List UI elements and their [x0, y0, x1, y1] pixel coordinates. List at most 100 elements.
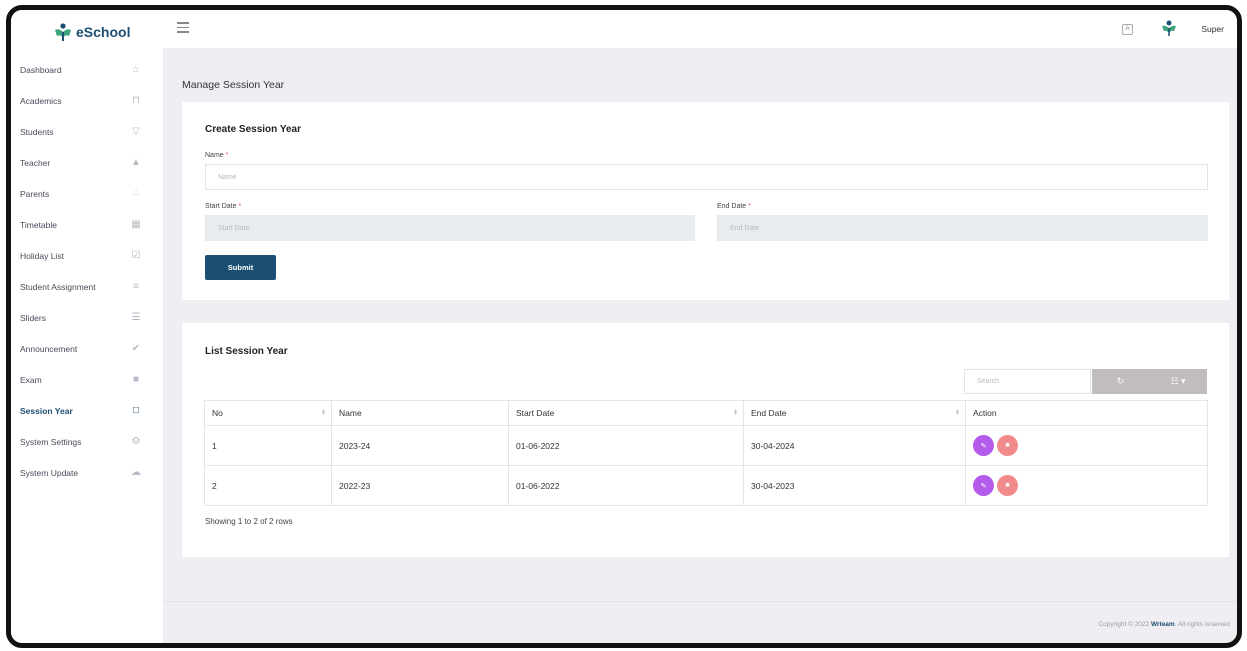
sidebar-item-label: Timetable: [20, 219, 58, 230]
users-icon: ∴: [132, 188, 140, 199]
cell-no: 1: [204, 425, 332, 466]
cell-name: 2023-24: [331, 425, 509, 466]
sidebar-item-students[interactable]: Students ▽: [11, 116, 163, 147]
start-date-label: Start Date *: [205, 203, 242, 210]
sidebar-nav: Dashboard ⌂ Academics ⊓ Students ▽ Teacher ▲ Par…: [11, 54, 163, 488]
graduation-cap-icon: ▽: [132, 126, 140, 137]
cell-start-date: 01-06-2022: [508, 425, 744, 466]
sidebar-item-system-settings[interactable]: System Settings ⚙: [11, 426, 163, 457]
delete-button[interactable]: ■: [997, 435, 1018, 456]
start-date-input[interactable]: Start Date: [205, 215, 695, 241]
create-card-title: Create Session Year: [205, 124, 301, 135]
assignment-icon: ≡: [133, 281, 139, 292]
cell-action: ✎ ■: [965, 425, 1208, 466]
user-icon: ▲: [131, 157, 141, 168]
columns-toggle-icon: ☷ ▾: [1170, 376, 1186, 386]
name-label: Name *: [205, 152, 229, 159]
book-icon: ■: [132, 374, 140, 385]
pagination-info: Showing 1 to 2 of 2 rows: [205, 517, 293, 526]
translate-icon[interactable]: A: [1122, 24, 1133, 35]
table-header-row: No ▲ ▼ Name Start Date ▲ ▼ End Date ▲ ▼ Action: [204, 400, 1208, 426]
sidebar-item-system-update[interactable]: System Update ☁: [11, 457, 163, 488]
sort-icon: ▲ ▼: [733, 408, 738, 417]
cloud-upload-icon: ☁: [131, 467, 141, 478]
sidebar-item-academics[interactable]: Academics ⊓: [11, 85, 163, 116]
sidebar-item-label: Students: [20, 126, 54, 137]
col-header-start-date[interactable]: Start Date ▲ ▼: [508, 400, 744, 426]
sidebar-item-label: System Update: [20, 467, 79, 478]
edit-icon: ✎: [980, 442, 987, 450]
brand-logo[interactable]: eSchool: [11, 10, 163, 54]
table-row: 1 2023-24 01-06-2022 30-04-2024 ✎ ■: [204, 425, 1208, 466]
cell-start-date: 01-06-2022: [508, 465, 744, 506]
sidebar-item-label: Holiday List: [20, 250, 64, 261]
cell-action: ✎ ■: [965, 465, 1208, 506]
end-date-label: End Date *: [717, 203, 751, 210]
search-input[interactable]: Search: [964, 369, 1091, 394]
copyright-text: Copyright © 2022 Wrteam. All rights rese…: [1098, 621, 1230, 628]
end-date-input[interactable]: End Date: [717, 215, 1208, 241]
sidebar-item-label: Exam: [20, 374, 42, 385]
sidebar-item-label: Academics: [20, 95, 62, 106]
page-title: Manage Session Year: [182, 79, 285, 91]
submit-button[interactable]: Submit: [205, 255, 276, 280]
sidebar-item-timetable[interactable]: Timetable ▦: [11, 209, 163, 240]
trash-icon: ■: [1005, 482, 1010, 489]
sidebar-item-label: Announcement: [20, 343, 78, 354]
calendar-check-icon: ☑: [131, 250, 141, 261]
sidebar-item-student-assignment[interactable]: Student Assignment ≡: [11, 271, 163, 302]
check-icon: ✔: [131, 343, 141, 354]
sidebar-item-holiday-list[interactable]: Holiday List ☑: [11, 240, 163, 271]
trash-icon: ■: [1005, 442, 1010, 449]
sidebar-item-label: Session Year: [20, 405, 73, 416]
eschool-logo-icon: [55, 23, 71, 41]
name-input[interactable]: Name: [205, 164, 1208, 190]
col-header-name[interactable]: Name: [331, 400, 509, 426]
cell-end-date: 30-04-2023: [743, 465, 966, 506]
user-avatar-icon[interactable]: [1161, 19, 1177, 37]
list-session-card: List Session Year Search ↻ ☷ ▾ No ▲ ▼ Name…: [182, 323, 1229, 557]
cell-no: 2: [204, 465, 332, 506]
user-name[interactable]: Super: [1201, 24, 1224, 34]
gear-icon: ⚙: [131, 436, 141, 447]
edit-button[interactable]: ✎: [973, 435, 994, 456]
sidebar-item-announcement[interactable]: Announcement ✔: [11, 333, 163, 364]
institution-icon: ⊓: [132, 95, 140, 106]
sort-icon: ▲ ▼: [955, 408, 960, 417]
refresh-icon: ↻: [1116, 376, 1125, 386]
create-session-card: Create Session Year Name * Name Start Da…: [182, 102, 1229, 300]
sidebar-item-session-year[interactable]: Session Year □: [11, 395, 163, 426]
table-row: 2 2022-23 01-06-2022 30-04-2023 ✎ ■: [204, 465, 1208, 506]
footer-brand-link[interactable]: Wrteam: [1151, 621, 1175, 628]
refresh-button[interactable]: ↻: [1092, 369, 1149, 394]
sidebar-item-label: Parents: [20, 188, 50, 199]
sidebar-item-label: Dashboard: [20, 64, 62, 75]
session-year-table: No ▲ ▼ Name Start Date ▲ ▼ End Date ▲ ▼ Action…: [204, 400, 1208, 506]
calendar-outline-icon: □: [132, 405, 140, 416]
columns-toggle-button[interactable]: ☷ ▾: [1149, 369, 1207, 394]
cell-end-date: 30-04-2024: [743, 425, 966, 466]
sidebar-item-label: Teacher: [20, 157, 51, 168]
sidebar-item-sliders[interactable]: Sliders ☰: [11, 302, 163, 333]
sort-icon: ▲ ▼: [321, 408, 326, 417]
top-header: A Super: [163, 10, 1237, 48]
sidebar-item-teacher[interactable]: Teacher ▲: [11, 147, 163, 178]
sidebar-item-label: Sliders: [20, 312, 46, 323]
sidebar-item-dashboard[interactable]: Dashboard ⌂: [11, 54, 163, 85]
cell-name: 2022-23: [331, 465, 509, 506]
edit-icon: ✎: [980, 482, 987, 490]
col-header-end-date[interactable]: End Date ▲ ▼: [743, 400, 966, 426]
footer: Copyright © 2022 Wrteam. All rights rese…: [163, 601, 1237, 643]
sidebar-item-exam[interactable]: Exam ■: [11, 364, 163, 395]
hamburger-menu-icon[interactable]: [177, 22, 189, 33]
sidebar-item-parents[interactable]: Parents ∴: [11, 178, 163, 209]
edit-button[interactable]: ✎: [973, 475, 994, 496]
list-icon: ☰: [131, 312, 141, 323]
delete-button[interactable]: ■: [997, 475, 1018, 496]
sidebar: eSchool Dashboard ⌂ Academics ⊓ Students ▽ Tea…: [11, 10, 163, 643]
app-window: eSchool Dashboard ⌂ Academics ⊓ Students ▽ Tea…: [6, 5, 1242, 648]
list-card-title: List Session Year: [205, 346, 288, 357]
col-header-no[interactable]: No ▲ ▼: [204, 400, 332, 426]
main-content: Manage Session Year Create Session Year …: [163, 48, 1237, 643]
sidebar-item-label: System Settings: [20, 436, 82, 447]
